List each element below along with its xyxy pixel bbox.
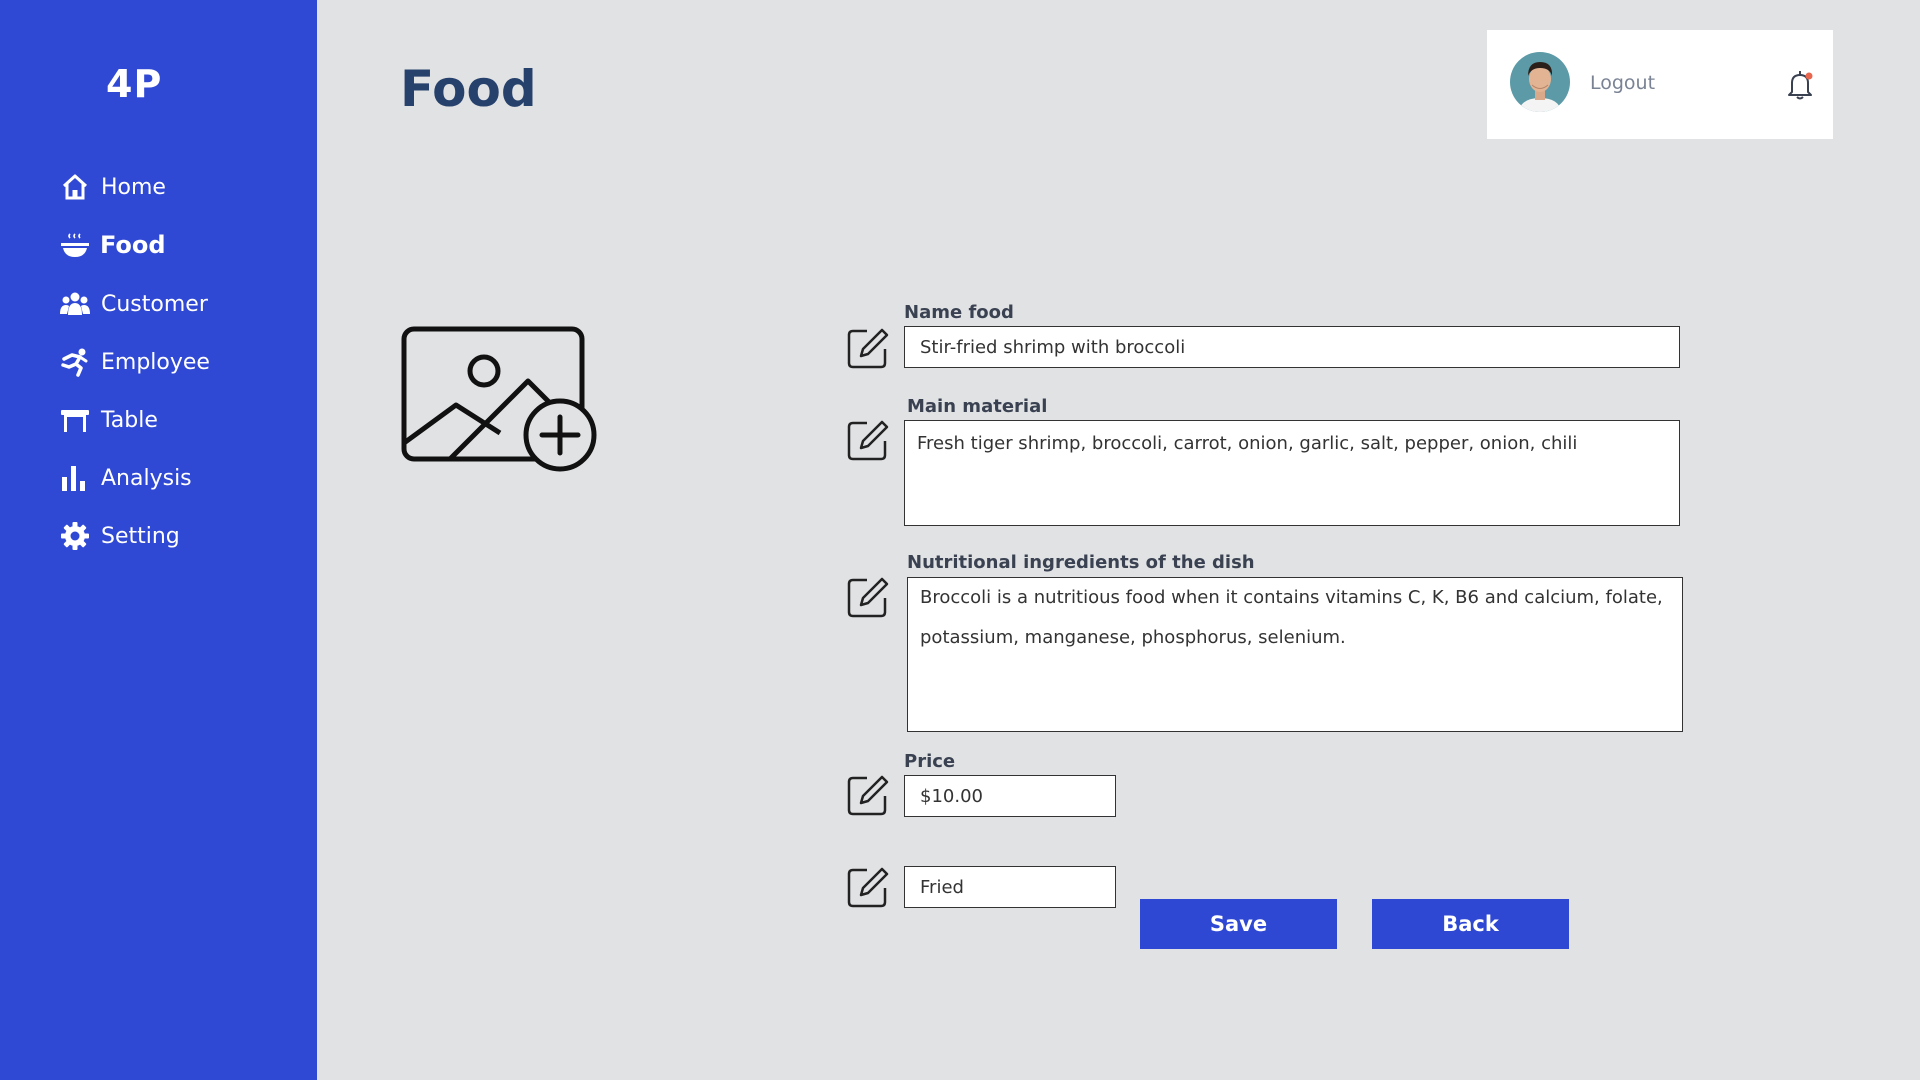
- sidebar-item-employee[interactable]: Employee: [60, 342, 290, 382]
- sidebar-item-analysis[interactable]: Analysis: [60, 458, 290, 498]
- sidebar-item-table[interactable]: Table: [60, 400, 290, 440]
- price-label: Price: [904, 751, 956, 772]
- sidebar-item-label: Customer: [101, 291, 208, 317]
- users-icon: [60, 289, 90, 319]
- sidebar-item-label: Table: [101, 407, 158, 433]
- page-title: Food: [400, 60, 537, 118]
- table-icon: [60, 405, 90, 435]
- edit-icon[interactable]: [847, 774, 889, 816]
- edit-icon[interactable]: [847, 327, 889, 369]
- main-material-field[interactable]: Fresh tiger shrimp, broccoli, carrot, on…: [904, 420, 1680, 526]
- save-button[interactable]: Save: [1140, 899, 1337, 949]
- price-field[interactable]: $10.00: [904, 775, 1116, 817]
- edit-icon[interactable]: [847, 419, 889, 461]
- user-panel: Logout: [1487, 30, 1833, 139]
- sidebar-item-label: Setting: [101, 523, 180, 549]
- sidebar-item-label: Food: [100, 231, 166, 259]
- category-field[interactable]: Fried: [904, 866, 1116, 908]
- edit-icon[interactable]: [847, 576, 889, 618]
- sidebar-item-label: Analysis: [101, 465, 192, 491]
- avatar[interactable]: [1510, 52, 1570, 112]
- add-image-icon[interactable]: [400, 325, 600, 475]
- name-food-label: Name food: [904, 302, 1014, 323]
- person-running-icon: [60, 347, 90, 377]
- sidebar-item-label: Home: [101, 174, 166, 200]
- sidebar-item-setting[interactable]: Setting: [60, 516, 290, 556]
- nutrition-label: Nutritional ingredients of the dish: [907, 552, 1255, 573]
- sidebar-item-home[interactable]: Home: [60, 167, 290, 207]
- gear-icon: [60, 521, 90, 551]
- main-material-label: Main material: [907, 396, 1048, 417]
- sidebar-item-customer[interactable]: Customer: [60, 284, 290, 324]
- bar-chart-icon: [60, 463, 90, 493]
- edit-icon[interactable]: [847, 866, 889, 908]
- name-food-field[interactable]: Stir-fried shrimp with broccoli: [904, 326, 1680, 368]
- nutrition-field[interactable]: Broccoli is a nutritious food when it co…: [907, 577, 1683, 732]
- home-icon: [60, 172, 90, 202]
- bell-icon[interactable]: [1786, 69, 1814, 101]
- sidebar-item-label: Employee: [101, 349, 210, 375]
- food-bowl-icon: [60, 230, 90, 260]
- back-button[interactable]: Back: [1372, 899, 1569, 949]
- sidebar: 4P Home Food Customer Employee Table Ana…: [0, 0, 317, 1080]
- logout-link[interactable]: Logout: [1590, 72, 1655, 94]
- app-logo: 4P: [106, 62, 163, 106]
- sidebar-item-food[interactable]: Food: [60, 225, 290, 265]
